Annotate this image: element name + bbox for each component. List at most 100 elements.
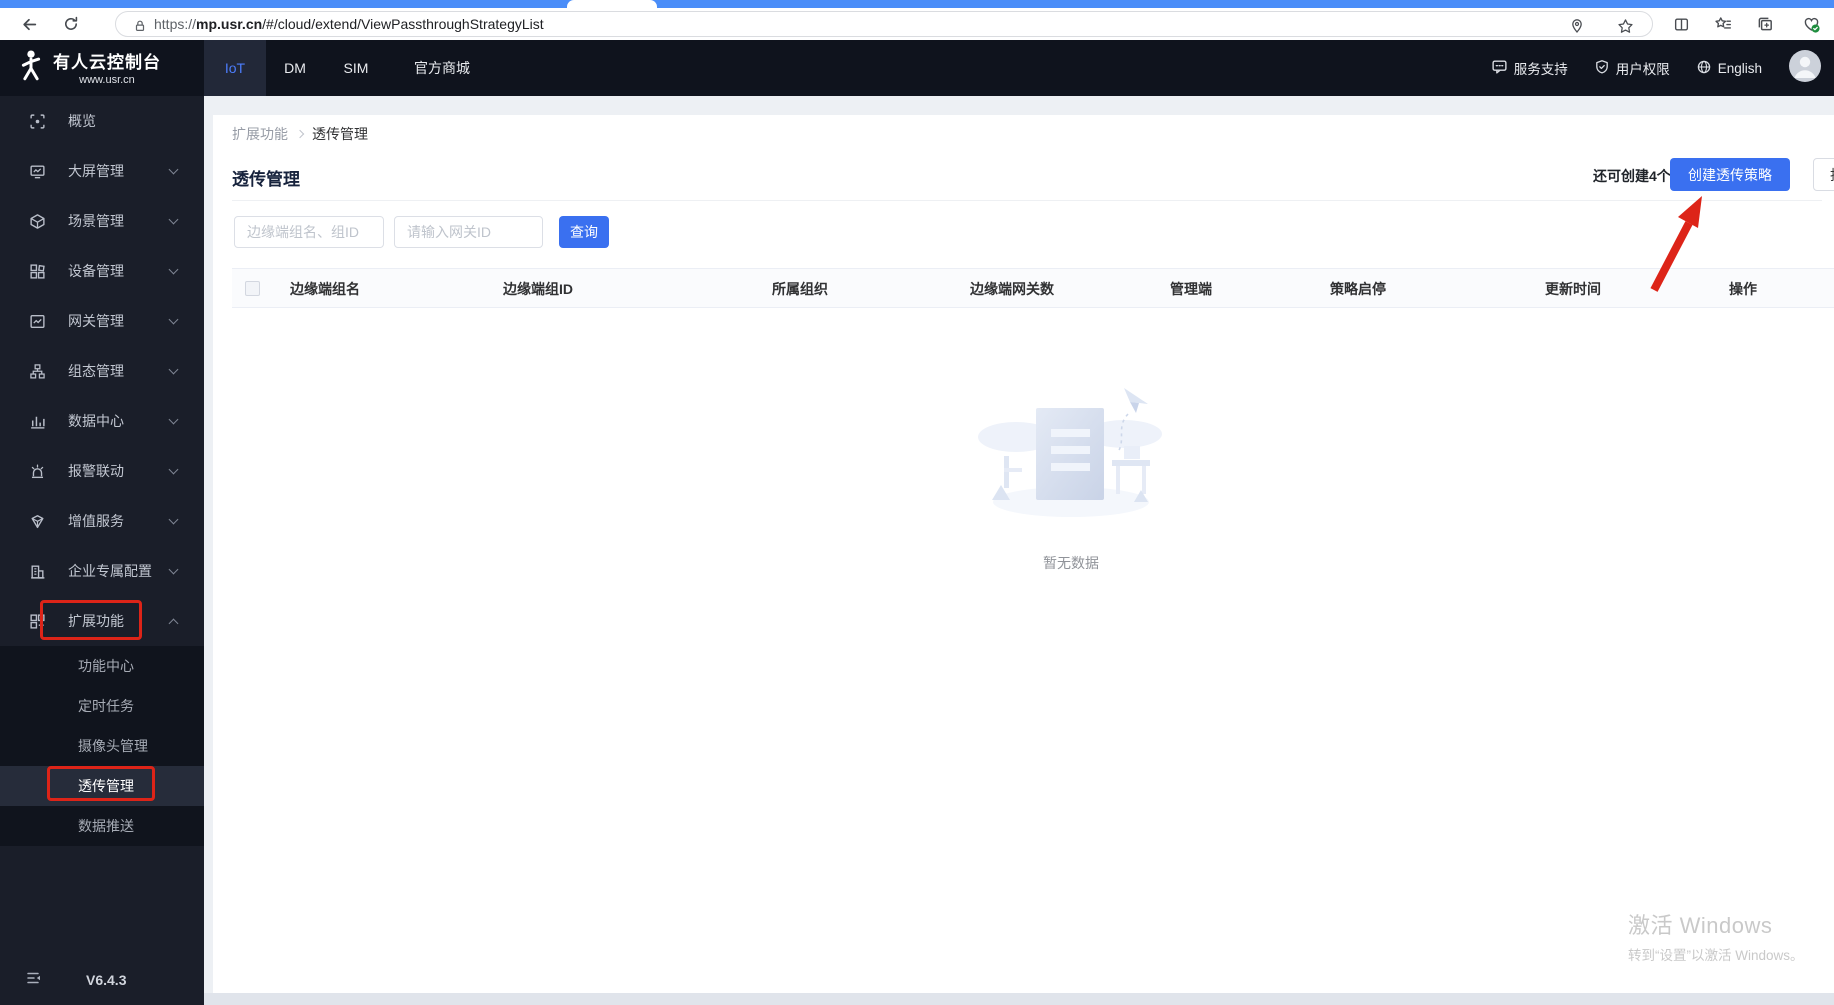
extend-submenu: 功能中心 定时任务 摄像头管理 透传管理 数据推送: [0, 646, 204, 846]
version-label: V6.4.3: [86, 972, 127, 988]
empty-state-text: 暂无数据: [1043, 555, 1099, 571]
annotation-rect-passthrough: [47, 766, 155, 801]
submenu-item-scheduled-tasks[interactable]: 定时任务: [0, 686, 204, 726]
bar-chart-icon: [29, 413, 46, 430]
chat-icon: [1491, 58, 1508, 78]
submenu-item-data-push[interactable]: 数据推送: [0, 806, 204, 846]
browser-essentials-icon[interactable]: [1798, 11, 1824, 37]
browser-tab-notch: [567, 0, 657, 8]
siren-icon: [29, 463, 46, 480]
watermark-line2: 转到“设置”以激活 Windows。: [1628, 948, 1804, 963]
permissions-link[interactable]: 用户权限: [1594, 58, 1670, 78]
select-all-checkbox[interactable]: [245, 281, 260, 296]
tab-iot[interactable]: IoT: [204, 40, 266, 96]
split-screen-icon[interactable]: [1668, 11, 1694, 37]
annotation-rect-extend: [40, 600, 142, 640]
favorites-bar-icon[interactable]: [1710, 11, 1736, 37]
language-link[interactable]: English: [1696, 59, 1762, 78]
chevron-down-icon: [168, 164, 179, 175]
col-header-actions[interactable]: 操作: [1729, 269, 1757, 309]
cube-icon: [29, 213, 46, 230]
chevron-down-icon: [168, 314, 179, 325]
sidebar-item-vas[interactable]: 增值服务: [0, 496, 204, 546]
tab-sim[interactable]: SIM: [324, 40, 388, 96]
tab-mall[interactable]: 官方商城: [388, 40, 496, 96]
app-header: 有人云控制台 www.usr.cn IoT DM SIM 官方商城 服务支持 用…: [0, 40, 1834, 96]
col-header-group-id[interactable]: 边缘端组ID: [503, 269, 573, 309]
org-chart-icon: [29, 363, 46, 380]
table-header-row: 边缘端组名 边缘端组ID 所属组织 边缘端网关数 管理端 策略启停 更新时间 操…: [232, 268, 1834, 308]
collapse-sidebar-icon[interactable]: [26, 970, 42, 991]
col-header-update-time[interactable]: 更新时间: [1545, 269, 1601, 309]
col-header-org[interactable]: 所属组织: [772, 269, 828, 309]
annotation-arrow: [1650, 196, 1702, 292]
empty-state-illustration: [976, 382, 1166, 537]
grid-icon: [29, 263, 46, 280]
col-header-gateway-count[interactable]: 边缘端网关数: [970, 269, 1054, 309]
browser-toolbar: https://mp.usr.cn/#/cloud/extend/ViewPas…: [0, 8, 1834, 40]
breadcrumb-chevron-icon: [295, 129, 305, 139]
breadcrumb: 扩展功能 透传管理: [232, 124, 368, 144]
support-link[interactable]: 服务支持: [1491, 58, 1568, 78]
horizontal-scrollbar-track[interactable]: [204, 993, 1834, 1005]
watermark-line1: 激活 Windows: [1628, 913, 1773, 938]
sidebar-item-datacenter[interactable]: 数据中心: [0, 396, 204, 446]
scan-icon: [29, 113, 46, 130]
chevron-down-icon: [168, 414, 179, 425]
windows-watermark: 激活 Windows 转到“设置”以激活 Windows。: [1628, 908, 1804, 964]
submenu-item-function-center[interactable]: 功能中心: [0, 646, 204, 686]
main-content: 扩展功能 透传管理 透传管理 查询 还可创建4个 创建透传策略 批量 边缘端组名…: [204, 96, 1834, 1005]
chevron-up-icon: [168, 618, 179, 629]
gem-icon: [29, 513, 46, 530]
building-icon: [29, 563, 46, 580]
sidebar-item-device[interactable]: 设备管理: [0, 246, 204, 296]
chevron-down-icon: [168, 514, 179, 525]
bookmark-star-icon[interactable]: [1614, 15, 1636, 37]
sidebar-item-scene[interactable]: 场景管理: [0, 196, 204, 246]
lock-icon: [129, 15, 151, 37]
user-avatar[interactable]: [1788, 49, 1822, 88]
chevron-down-icon: [168, 364, 179, 375]
submenu-item-camera[interactable]: 摄像头管理: [0, 726, 204, 766]
location-icon[interactable]: [1566, 15, 1588, 37]
create-strategy-button[interactable]: 创建透传策略: [1670, 158, 1790, 191]
url-text: https://mp.usr.cn/#/cloud/extend/ViewPas…: [154, 16, 544, 32]
quota-text: 还可创建4个: [1593, 168, 1671, 184]
url-bar[interactable]: https://mp.usr.cn/#/cloud/extend/ViewPas…: [115, 11, 1653, 37]
gateway-search-input[interactable]: [394, 216, 543, 248]
chevron-down-icon: [168, 464, 179, 475]
group-search-input[interactable]: [234, 216, 384, 248]
col-header-strategy-switch[interactable]: 策略启停: [1330, 269, 1386, 309]
globe-icon: [1696, 59, 1712, 78]
back-icon[interactable]: [16, 11, 42, 37]
chevron-down-icon: [168, 214, 179, 225]
collections-icon[interactable]: [1752, 11, 1778, 37]
sidebar-item-gateway[interactable]: 网关管理: [0, 296, 204, 346]
query-button[interactable]: 查询: [559, 216, 609, 248]
shield-icon: [1594, 59, 1610, 78]
chevron-down-icon: [168, 264, 179, 275]
sidebar-item-screen[interactable]: 大屏管理: [0, 146, 204, 196]
title-divider: [232, 200, 1822, 201]
page-title: 透传管理: [232, 170, 300, 189]
sidebar-item-config[interactable]: 组态管理: [0, 346, 204, 396]
sidebar-item-overview[interactable]: 概览: [0, 96, 204, 146]
batch-button[interactable]: 批量: [1813, 158, 1834, 191]
breadcrumb-parent[interactable]: 扩展功能: [232, 124, 288, 144]
browser-tab-strip: [0, 0, 1834, 8]
col-header-group-name[interactable]: 边缘端组名: [290, 269, 360, 309]
monitor-icon: [29, 163, 46, 180]
sidebar-item-alarm[interactable]: 报警联动: [0, 446, 204, 496]
chevron-down-icon: [168, 564, 179, 575]
brand-title: 有人云控制台: [53, 53, 161, 72]
tab-dm[interactable]: DM: [266, 40, 324, 96]
usr-logo-icon: [18, 49, 44, 86]
brand-logo[interactable]: 有人云控制台 www.usr.cn: [18, 48, 161, 86]
sidebar: 概览 大屏管理 场景管理 设备管理 网关管理 组态管理 数据中心 报警联动 增值…: [0, 96, 204, 1005]
sidebar-item-enterprise[interactable]: 企业专属配置: [0, 546, 204, 596]
col-header-manager[interactable]: 管理端: [1170, 269, 1212, 309]
brand-subtitle: www.usr.cn: [79, 74, 135, 86]
refresh-icon[interactable]: [58, 11, 84, 37]
content-card: 扩展功能 透传管理 透传管理 查询 还可创建4个 创建透传策略 批量 边缘端组名…: [213, 115, 1834, 993]
chart-box-icon: [29, 313, 46, 330]
